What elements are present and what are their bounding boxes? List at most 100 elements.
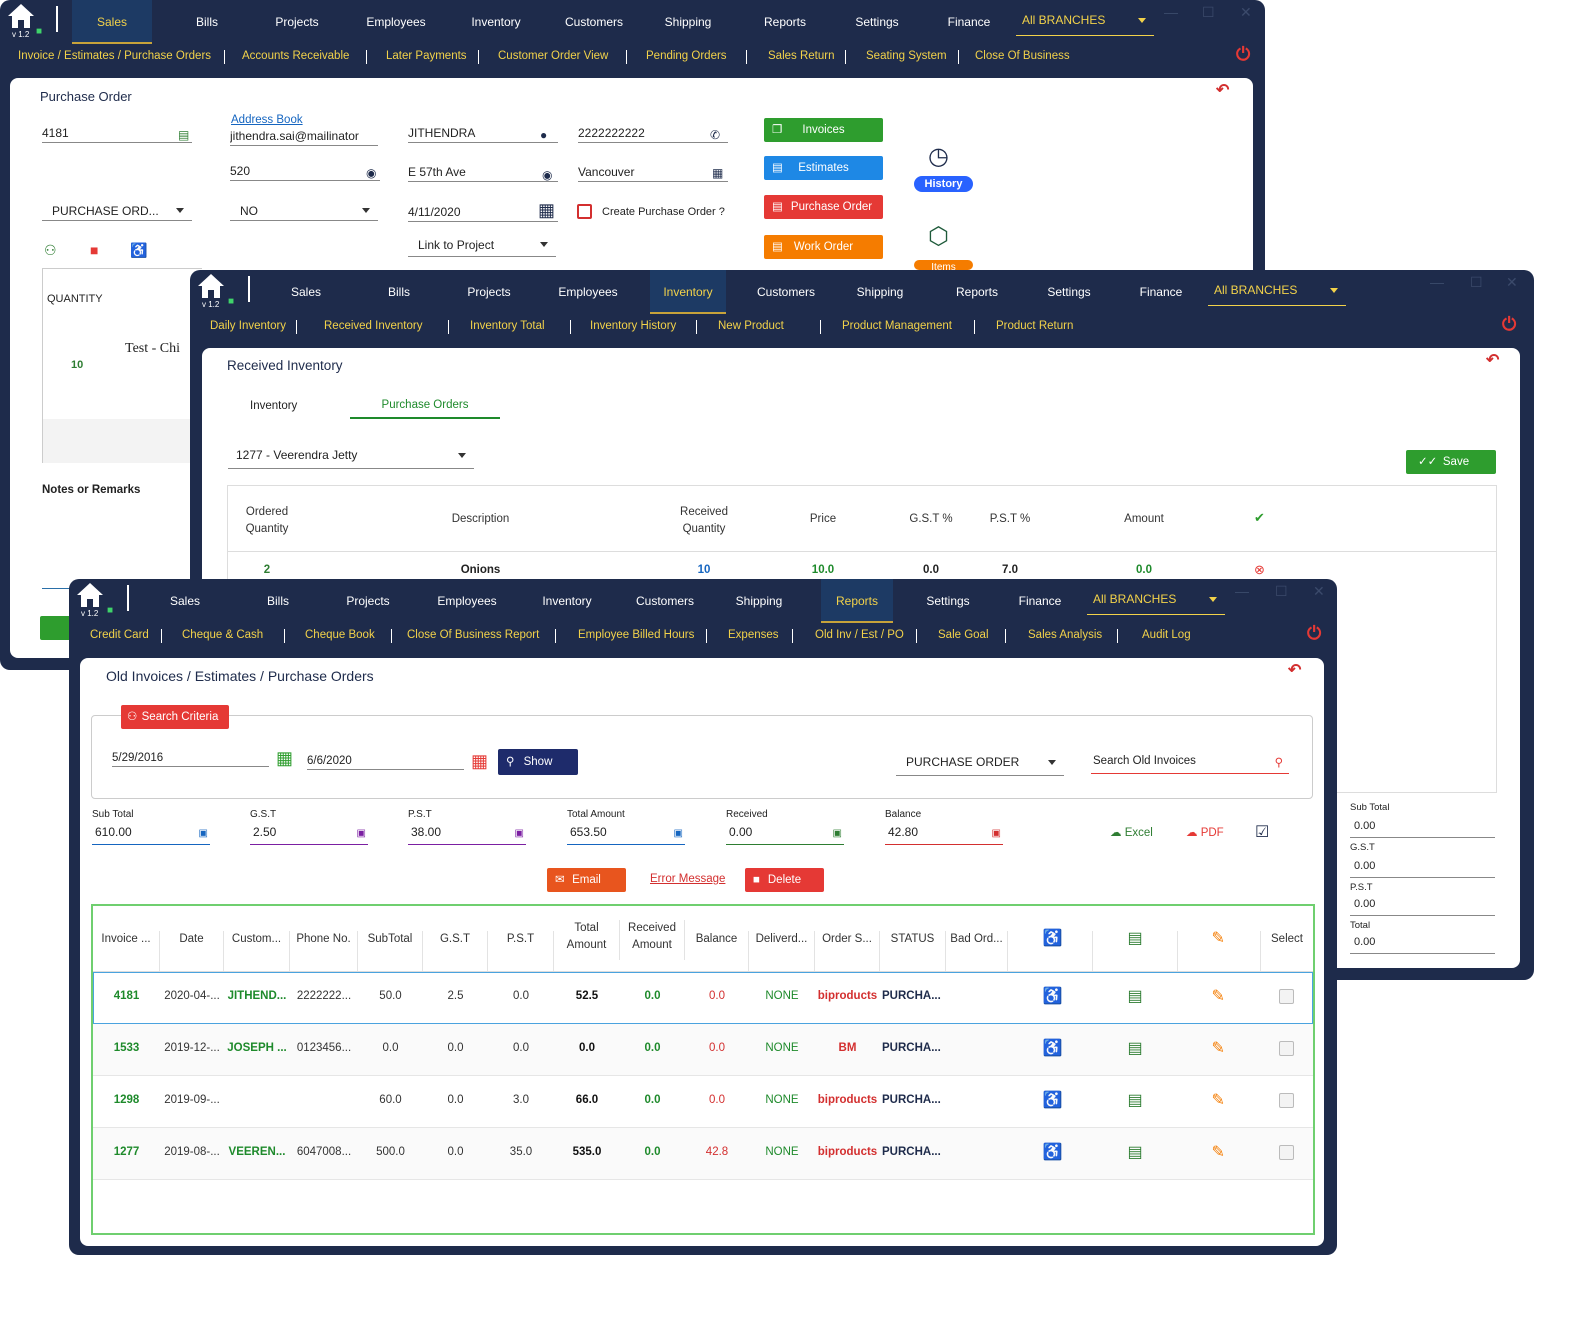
edit-pencil-icon[interactable]: ✎ [1212,1090,1225,1110]
remove-circle-icon[interactable]: ⊗ [1254,562,1265,578]
street-field[interactable]: E 57th Ave [408,165,558,182]
sub-received-inventory[interactable]: Received Inventory [324,320,422,332]
sub-audit-log[interactable]: Audit Log [1142,629,1191,641]
nav-reports[interactable]: Reports [942,270,1012,314]
nav-shipping[interactable]: Shipping [844,270,916,314]
nav-finance[interactable]: Finance [934,0,1004,44]
nav-customers[interactable]: Customers [556,0,632,44]
edit-pencil-icon[interactable]: ✎ [1212,1038,1225,1058]
nav-sales[interactable]: Sales [149,579,221,623]
delivery-bike-icon[interactable]: ♿ [130,242,147,259]
sub-old-inv-est-po[interactable]: Old Inv / Est / PO [815,629,904,641]
delete-button[interactable]: ■ Delete [745,868,824,892]
nav-settings[interactable]: Settings [913,579,983,623]
nav-customers[interactable]: Customers [748,270,824,314]
sub-accounts-receivable[interactable]: Accounts Receivable [242,50,349,62]
home-icon[interactable]: v 1.2 [196,272,230,310]
sub-cheque-book[interactable]: Cheque Book [305,629,375,641]
pdf-file-icon[interactable]: ▤ [1128,1142,1143,1162]
invoices-button[interactable]: ❐ Invoices [764,118,883,142]
vendor-select[interactable]: 1277 - Veerendra Jetty [228,448,474,469]
branch-select[interactable]: All BRANCHES [1016,8,1154,36]
items-button[interactable]: Items [914,260,973,270]
maximize-icon[interactable]: ☐ [1470,274,1483,291]
sub-daily-inventory[interactable]: Daily Inventory [210,320,286,332]
doc-type-select[interactable]: PURCHASE ORDER [896,755,1064,776]
nav-settings[interactable]: Settings [842,0,912,44]
pdf-file-icon[interactable]: ▤ [1128,1090,1143,1110]
nav-projects[interactable]: Projects [333,579,403,623]
maximize-icon[interactable]: ☐ [1202,4,1215,21]
nav-finance[interactable]: Finance [1126,270,1196,314]
trash-icon[interactable]: ■ [90,242,98,258]
nav-shipping[interactable]: Shipping [652,0,724,44]
branch-select[interactable]: All BRANCHES [1208,278,1346,306]
delivery-bike-icon[interactable]: ♿ [1043,1038,1063,1058]
search-input[interactable]: Search Old Invoices ⚲ [1091,755,1289,774]
purchase-order-button[interactable]: ▤ Purchase Order [764,195,883,219]
row-select-checkbox[interactable] [1279,1093,1294,1108]
unit-field[interactable]: 520 [230,164,380,181]
sub-credit-card[interactable]: Credit Card [90,629,149,641]
nav-employees[interactable]: Employees [548,270,628,314]
excel-button[interactable]: ☁ Excel [1110,825,1153,839]
calendar-icon[interactable]: ▦ [471,751,488,772]
nav-projects[interactable]: Projects [454,270,524,314]
back-icon[interactable]: ↶ [1486,350,1499,370]
create-po-checkbox[interactable] [577,204,592,219]
sub-close-of-business-report[interactable]: Close Of Business Report [407,629,539,641]
nav-customers[interactable]: Customers [627,579,703,623]
phone-field[interactable]: 2222222222 [578,126,728,143]
nav-finance[interactable]: Finance [1005,579,1075,623]
row-select-checkbox[interactable] [1279,1041,1294,1056]
sub-new-product[interactable]: New Product [718,320,784,332]
nav-inventory[interactable]: Inventory [529,579,605,623]
show-button[interactable]: ⚲ Show [498,749,578,775]
error-message-link[interactable]: Error Message [650,873,725,885]
delivery-bike-icon[interactable]: ♿ [1043,1142,1063,1162]
minimize-icon[interactable]: — [1164,4,1178,20]
nav-projects[interactable]: Projects [262,0,332,44]
address-book-link[interactable]: Address Book [231,114,303,126]
work-order-button[interactable]: ▤ Work Order [764,235,883,259]
delivery-bike-icon[interactable]: ♿ [1043,986,1063,1006]
maximize-icon[interactable]: ☐ [1275,583,1288,600]
date-from-field[interactable]: 5/29/2016 [112,752,269,767]
link-project-select[interactable]: Link to Project [408,238,556,257]
email-field[interactable]: jithendra.sai@mailinator [230,129,378,146]
sub-expenses[interactable]: Expenses [728,629,779,641]
power-icon[interactable]: ⏻ [1502,314,1516,335]
pdf-button[interactable]: ☁ PDF [1186,825,1224,839]
nav-bills[interactable]: Bills [243,579,313,623]
nav-sales[interactable]: Sales [270,270,342,314]
nav-reports[interactable]: Reports [821,579,893,623]
nav-employees[interactable]: Employees [427,579,507,623]
estimates-button[interactable]: ▤ Estimates [764,156,883,180]
edit-pencil-icon[interactable]: ✎ [1212,986,1225,1006]
tab-inventory[interactable]: Inventory [250,400,297,412]
pdf-file-icon[interactable]: ▤ [1128,986,1143,1006]
checkbox-check-icon[interactable]: ☑ [1255,822,1269,842]
sub-employee-billed-hours[interactable]: Employee Billed Hours [578,629,694,641]
sub-product-return[interactable]: Product Return [996,320,1073,332]
nav-employees[interactable]: Employees [356,0,436,44]
home-icon[interactable]: v 1.2 [6,2,40,40]
email-button[interactable]: ✉ Email [547,868,626,892]
sub-pending-orders[interactable]: Pending Orders [646,50,727,62]
history-button[interactable]: History [914,176,973,192]
home-icon[interactable]: v 1.2 [75,581,109,619]
edit-pencil-icon[interactable]: ✎ [1212,1142,1225,1162]
nav-shipping[interactable]: Shipping [723,579,795,623]
nav-settings[interactable]: Settings [1034,270,1104,314]
sub-product-management[interactable]: Product Management [842,320,952,332]
nav-bills[interactable]: Bills [364,270,434,314]
sub-later-payments[interactable]: Later Payments [386,50,467,62]
row-select-checkbox[interactable] [1279,989,1294,1004]
sub-sales-return[interactable]: Sales Return [768,50,834,62]
date-to-field[interactable]: 6/6/2020 [307,755,464,770]
nav-bills[interactable]: Bills [172,0,242,44]
nav-reports[interactable]: Reports [750,0,820,44]
sub-inventory-history[interactable]: Inventory History [590,320,676,332]
power-icon[interactable]: ⏻ [1307,623,1321,644]
calendar-icon[interactable]: ▦ [538,200,555,221]
